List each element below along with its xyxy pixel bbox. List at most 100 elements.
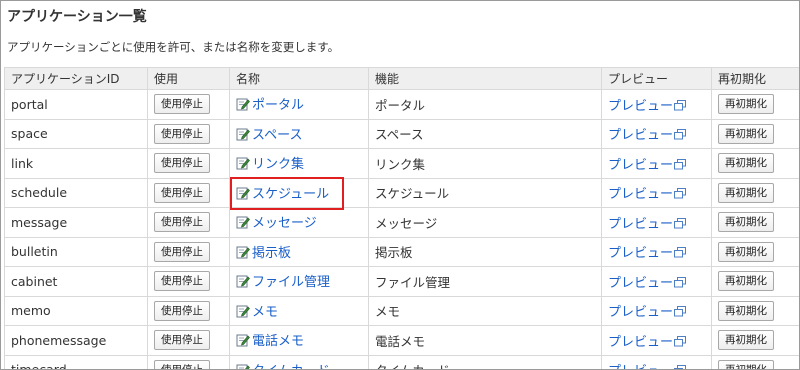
app-id-cell: phonemessage (4, 325, 148, 356)
edit-icon[interactable] (236, 333, 250, 350)
new-window-icon (674, 217, 687, 232)
app-name-link[interactable]: 掲示板 (252, 246, 291, 261)
use-cell: 使用停止 (147, 177, 230, 208)
disable-use-button[interactable]: 使用停止 (154, 330, 210, 351)
app-name-link[interactable]: ファイル管理 (252, 275, 330, 290)
app-id-cell: memo (4, 295, 148, 326)
preview-link[interactable]: プレビュー (608, 364, 673, 369)
disable-use-button[interactable]: 使用停止 (154, 241, 210, 262)
disable-use-button[interactable]: 使用停止 (154, 212, 210, 233)
function-cell: タイムカード (368, 354, 602, 369)
reinitialize-button[interactable]: 再初期化 (718, 94, 774, 115)
preview-link[interactable]: プレビュー (608, 99, 673, 114)
app-name-link[interactable]: 電話メモ (252, 334, 304, 349)
table-row: phonemessage 使用停止 電話メモ 電話メモ プレビュー 再初期化 (4, 325, 799, 356)
app-id-cell: portal (4, 89, 148, 120)
table-row: link 使用停止 リンク集 リンク集 プレビュー 再初期化 (4, 148, 799, 179)
preview-cell: プレビュー (601, 266, 712, 297)
new-window-icon (674, 335, 687, 350)
new-window-icon (674, 246, 687, 261)
new-window-icon (674, 364, 687, 369)
application-table: アプリケーションID 使用 名称 機能 プレビュー 再初期化 portal 使用… (4, 67, 799, 369)
edit-icon[interactable] (236, 215, 250, 232)
reinitialize-button[interactable]: 再初期化 (718, 182, 774, 203)
column-header-reinit: 再初期化 (711, 67, 799, 90)
function-cell: メモ (368, 295, 602, 326)
preview-link[interactable]: プレビュー (608, 187, 673, 202)
app-name-link[interactable]: メッセージ (252, 216, 317, 231)
table-row: memo 使用停止 メモ メモ プレビュー 再初期化 (4, 295, 799, 326)
app-name-link[interactable]: タイムカード (252, 364, 330, 369)
function-cell: ファイル管理 (368, 266, 602, 297)
reinitialize-button[interactable]: 再初期化 (718, 153, 774, 174)
preview-link[interactable]: プレビュー (608, 335, 673, 350)
use-cell: 使用停止 (147, 354, 230, 369)
reinitialize-button[interactable]: 再初期化 (718, 212, 774, 233)
use-cell: 使用停止 (147, 236, 230, 267)
app-id-cell: schedule (4, 177, 148, 208)
edit-icon[interactable] (236, 156, 250, 173)
preview-link[interactable]: プレビュー (608, 128, 673, 143)
preview-link[interactable]: プレビュー (608, 246, 673, 261)
disable-use-button[interactable]: 使用停止 (154, 153, 210, 174)
disable-use-button[interactable]: 使用停止 (154, 94, 210, 115)
preview-link[interactable]: プレビュー (608, 276, 673, 291)
function-cell: スペース (368, 118, 602, 149)
app-id-cell: link (4, 148, 148, 179)
use-cell: 使用停止 (147, 118, 230, 149)
disable-use-button[interactable]: 使用停止 (154, 300, 210, 321)
disable-use-button[interactable]: 使用停止 (154, 271, 210, 292)
reinitialize-button[interactable]: 再初期化 (718, 271, 774, 292)
use-cell: 使用停止 (147, 295, 230, 326)
table-header-row: アプリケーションID 使用 名称 機能 プレビュー 再初期化 (4, 67, 799, 90)
edit-icon[interactable] (236, 127, 250, 144)
preview-cell: プレビュー (601, 148, 712, 179)
edit-icon[interactable] (236, 245, 250, 262)
app-name-link[interactable]: スペース (252, 128, 302, 143)
preview-cell: プレビュー (601, 325, 712, 356)
edit-icon[interactable] (236, 304, 250, 321)
reinitialize-button[interactable]: 再初期化 (718, 330, 774, 351)
disable-use-button[interactable]: 使用停止 (154, 123, 210, 144)
reinitialize-button[interactable]: 再初期化 (718, 300, 774, 321)
function-cell: ポータル (368, 89, 602, 120)
new-window-icon (674, 276, 687, 291)
app-name-link[interactable]: スケジュール (252, 187, 329, 202)
function-cell: 電話メモ (368, 325, 602, 356)
edit-icon[interactable] (236, 363, 250, 369)
reinit-cell: 再初期化 (711, 118, 799, 149)
app-name-link[interactable]: ポータル (252, 98, 304, 113)
preview-link[interactable]: プレビュー (608, 217, 673, 232)
new-window-icon (674, 128, 687, 143)
table-row: message 使用停止 メッセージ メッセージ プレビュー 再初期化 (4, 207, 799, 238)
new-window-icon (674, 158, 687, 173)
page-description: アプリケーションごとに使用を許可、または名称を変更します。 (7, 40, 340, 54)
app-name-link[interactable]: メモ (252, 305, 278, 320)
name-cell: スケジュール (229, 177, 369, 208)
disable-use-button[interactable]: 使用停止 (154, 359, 210, 369)
disable-use-button[interactable]: 使用停止 (154, 182, 210, 203)
column-header-preview: プレビュー (601, 67, 712, 90)
preview-cell: プレビュー (601, 177, 712, 208)
app-id-cell: space (4, 118, 148, 149)
app-name-link[interactable]: リンク集 (252, 157, 304, 172)
new-window-icon (674, 187, 687, 202)
name-cell: ファイル管理 (229, 266, 369, 297)
edit-icon[interactable] (236, 186, 250, 203)
reinit-cell: 再初期化 (711, 354, 799, 369)
preview-link[interactable]: プレビュー (608, 158, 673, 173)
reinit-cell: 再初期化 (711, 295, 799, 326)
page-title: アプリケーション一覧 (7, 9, 147, 25)
edit-icon[interactable] (236, 97, 250, 114)
new-window-icon (674, 99, 687, 114)
preview-cell: プレビュー (601, 236, 712, 267)
reinitialize-button[interactable]: 再初期化 (718, 359, 774, 369)
preview-link[interactable]: プレビュー (608, 305, 673, 320)
edit-icon[interactable] (236, 274, 250, 291)
reinitialize-button[interactable]: 再初期化 (718, 123, 774, 144)
name-cell: 電話メモ (229, 325, 369, 356)
preview-cell: プレビュー (601, 89, 712, 120)
reinitialize-button[interactable]: 再初期化 (718, 241, 774, 262)
use-cell: 使用停止 (147, 325, 230, 356)
name-cell: ポータル (229, 89, 369, 120)
